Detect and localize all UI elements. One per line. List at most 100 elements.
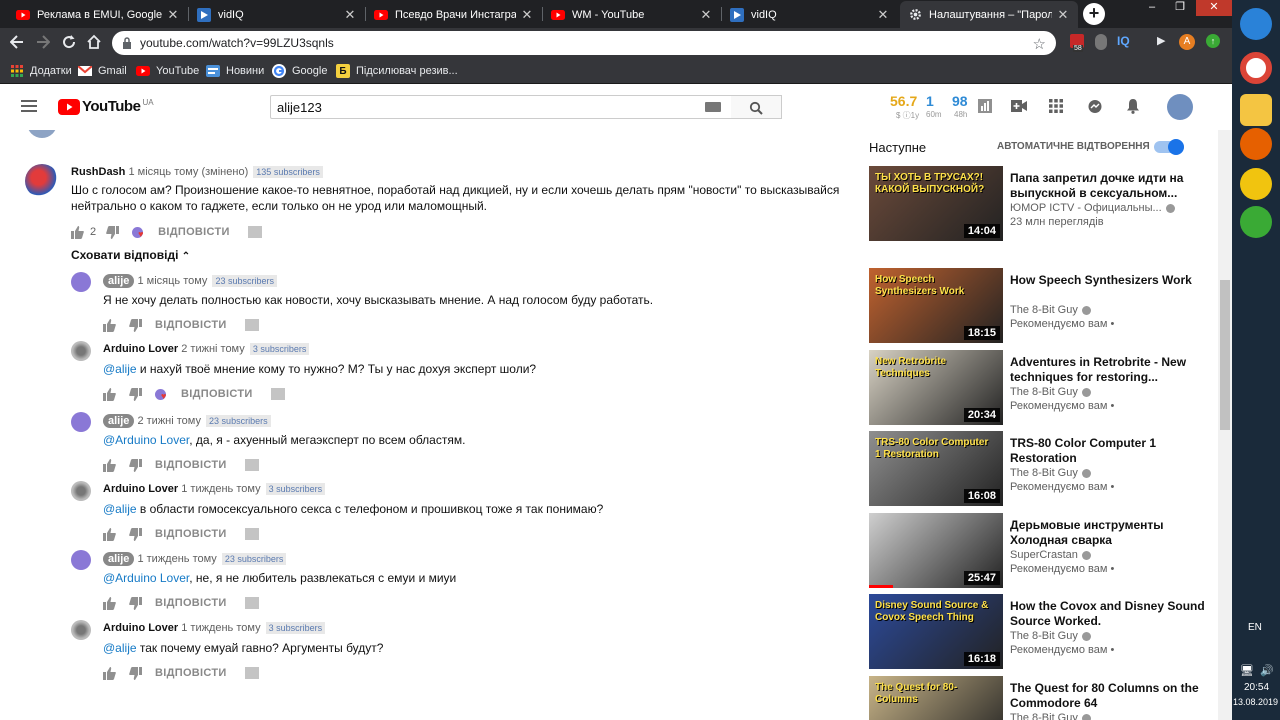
account-avatar[interactable]	[1167, 94, 1193, 120]
browser-tab[interactable]: Псевдо Врачи Инстаграма: К ✕	[366, 1, 542, 28]
video-thumbnail[interactable]: 25:47	[869, 513, 1003, 588]
browser-tab[interactable]: WM - YouTube ✕	[543, 1, 721, 28]
chrome-canary-icon[interactable]	[1240, 168, 1272, 200]
avatar[interactable]	[71, 272, 91, 292]
search-input[interactable]: alije123	[270, 95, 732, 119]
like-icon[interactable]	[103, 666, 117, 680]
address-bar[interactable]: youtube.com/watch?v=99LZU3sqnls ☆	[112, 31, 1056, 55]
vidiq-icon[interactable]	[244, 459, 259, 471]
like-icon[interactable]	[103, 596, 117, 610]
video-channel[interactable]: The 8-Bit Guy	[1010, 467, 1091, 479]
video-channel[interactable]: SuperCrastan	[1010, 549, 1091, 561]
mention-link[interactable]: @Arduino Lover	[103, 433, 189, 447]
like-icon[interactable]	[103, 527, 117, 541]
bookmark-amplifier[interactable]: Б Підсилювач резив...	[336, 63, 458, 79]
chrome-icon[interactable]	[1240, 52, 1272, 84]
notifications-icon[interactable]	[1126, 98, 1140, 114]
reply-button[interactable]: ВІДПОВІСТИ	[158, 226, 230, 238]
volume-icon[interactable]: 🔊	[1260, 664, 1274, 677]
like-icon[interactable]	[71, 225, 85, 239]
browser-tab[interactable]: vidIQ ✕	[189, 1, 365, 28]
dislike-icon[interactable]	[129, 458, 143, 472]
reply-button[interactable]: ВІДПОВІСТИ	[155, 459, 227, 471]
browser-tab[interactable]: Реклама в EMUI, Google Pixel ✕	[8, 1, 188, 28]
comment-time[interactable]: 2 тижні тому	[137, 415, 201, 427]
close-icon[interactable]: ✕	[1056, 7, 1070, 23]
close-icon[interactable]: ✕	[699, 7, 713, 23]
avatar[interactable]	[25, 164, 59, 198]
bookmark-youtube[interactable]: YouTube	[136, 63, 199, 79]
comment-time[interactable]: 1 тиждень тому	[181, 483, 260, 495]
vidiq-icon[interactable]	[244, 319, 259, 331]
dislike-icon[interactable]	[129, 387, 143, 401]
video-title[interactable]: How Speech Synthesizers Work	[1010, 273, 1205, 288]
reply-button[interactable]: ВІДПОВІСТИ	[155, 319, 227, 331]
windows-start-icon[interactable]	[1240, 8, 1272, 40]
comment-author[interactable]: Arduino Lover	[103, 483, 178, 495]
browser-tab-active[interactable]: Налаштування – "Паролі" ✕	[900, 1, 1078, 28]
video-card[interactable]: The Quest for 80-Columns The Quest for 8…	[869, 676, 1209, 720]
messages-icon[interactable]	[1087, 99, 1103, 115]
avatar[interactable]	[71, 550, 91, 570]
close-icon[interactable]: ✕	[343, 7, 357, 23]
video-thumbnail[interactable]: ТЫ ХОТЬ В ТРУСАХ?! КАКОЙ ВЫПУСКНОЙ? 14:04	[869, 166, 1003, 241]
video-channel[interactable]: The 8-Bit Guy	[1010, 304, 1091, 316]
vidiq-icon[interactable]	[244, 528, 259, 540]
video-channel[interactable]: The 8-Bit Guy	[1010, 386, 1091, 398]
mention-link[interactable]: @alije	[103, 502, 137, 516]
comment-author[interactable]: Arduino Lover	[103, 343, 178, 355]
utorrent-icon[interactable]	[1240, 206, 1272, 238]
mention-link[interactable]: @alije	[103, 641, 137, 655]
comment-time[interactable]: 2 тижні тому	[181, 343, 245, 355]
youtube-logo[interactable]: YouTube UA	[58, 98, 154, 115]
dislike-icon[interactable]	[106, 225, 120, 239]
video-channel[interactable]: ЮМОР ICTV - Официальны...	[1010, 202, 1175, 214]
video-thumbnail[interactable]: How Speech Synthesizers Work 18:15	[869, 268, 1003, 343]
chart-icon[interactable]	[978, 99, 992, 113]
reload-icon[interactable]	[61, 34, 77, 50]
maximize-button[interactable]: ❐	[1166, 0, 1194, 16]
vidiq-icon[interactable]	[247, 226, 262, 238]
video-title[interactable]: Папа запретил дочке идти на выпускной в …	[1010, 171, 1205, 201]
like-icon[interactable]	[103, 458, 117, 472]
video-thumbnail[interactable]: New Retrobrite Techniques 20:34	[869, 350, 1003, 425]
video-title[interactable]: Дерьмовые инструменты Холодная сварка	[1010, 518, 1205, 548]
create-video-icon[interactable]	[1011, 100, 1027, 112]
close-window-button[interactable]: ✕	[1196, 0, 1232, 16]
video-card[interactable]: Disney Sound Source & Covox Speech Thing…	[869, 594, 1209, 670]
keyboard-icon[interactable]	[705, 102, 721, 112]
comment-time[interactable]: 1 місяць тому (змінено)	[128, 166, 248, 178]
star-icon[interactable]: ☆	[1033, 35, 1046, 53]
video-card[interactable]: ТЫ ХОТЬ В ТРУСАХ?! КАКОЙ ВЫПУСКНОЙ? 14:04…	[869, 166, 1209, 242]
comment-author[interactable]: alije	[103, 552, 135, 566]
new-tab-button[interactable]: +	[1083, 3, 1105, 25]
video-channel[interactable]: The 8-Bit Guy	[1010, 712, 1091, 720]
avatar[interactable]	[71, 620, 91, 640]
video-card[interactable]: 25:47 Дерьмовые инструменты Холодная сва…	[869, 513, 1209, 589]
play-icon[interactable]: ▶	[1157, 34, 1165, 47]
close-icon[interactable]: ✕	[166, 7, 180, 23]
comment-time[interactable]: 1 тиждень тому	[137, 553, 216, 565]
video-card[interactable]: How Speech Synthesizers Work 18:15 How Sp…	[869, 268, 1209, 344]
search-button[interactable]	[731, 95, 782, 119]
video-card[interactable]: TRS-80 Color Computer 1 Restoration 16:08…	[869, 431, 1209, 507]
like-icon[interactable]	[103, 387, 117, 401]
update-icon[interactable]: ↑	[1206, 34, 1220, 48]
vidiq-icon[interactable]	[244, 667, 259, 679]
comment-time[interactable]: 1 місяць тому	[137, 275, 207, 287]
browser-tab[interactable]: vidIQ ✕	[722, 1, 898, 28]
dislike-icon[interactable]	[129, 527, 143, 541]
dislike-icon[interactable]	[129, 666, 143, 680]
video-title[interactable]: TRS-80 Color Computer 1 Restoration	[1010, 436, 1205, 466]
mention-link[interactable]: @Arduino Lover	[103, 571, 189, 585]
dislike-icon[interactable]	[129, 318, 143, 332]
vidiq-extension-icon[interactable]: IQ	[1117, 34, 1130, 48]
apps-grid-icon[interactable]	[1049, 99, 1063, 113]
back-icon[interactable]	[10, 34, 24, 50]
clock-time[interactable]: 20:54	[1244, 682, 1269, 693]
dislike-icon[interactable]	[129, 596, 143, 610]
video-title[interactable]: Adventures in Retrobrite - New technique…	[1010, 355, 1205, 385]
bookmark-apps[interactable]: Додатки	[10, 63, 72, 79]
owl-icon[interactable]	[1095, 34, 1107, 50]
page-scrollbar[interactable]	[1218, 130, 1232, 720]
